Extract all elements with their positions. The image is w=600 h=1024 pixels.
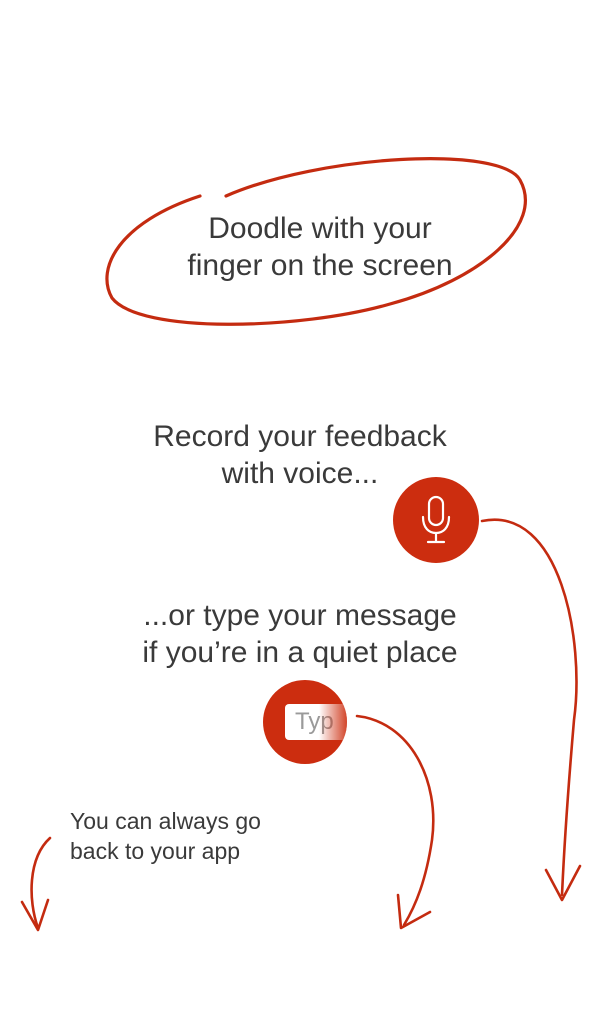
type-arrow-head <box>396 893 432 930</box>
type-arrow-curve <box>355 714 435 927</box>
annotation-layer <box>20 157 582 932</box>
back-tip-line-2: back to your app <box>70 838 241 864</box>
back-arrow-curve <box>30 836 52 930</box>
microphone-icon <box>421 495 451 544</box>
type-tip-line-1: ...or type your message <box>143 599 457 632</box>
type-message-button[interactable]: Typ <box>263 680 347 764</box>
type-tip-line-2: if you’re in a quiet place <box>142 636 458 669</box>
record-voice-button[interactable] <box>393 477 479 563</box>
type-tip: ...or type your message if you’re in a q… <box>100 597 500 671</box>
back-tip-line-1: You can always go <box>70 808 261 834</box>
doodle-tip-line-2: finger on the screen <box>187 249 453 282</box>
mic-arrow-curve <box>480 518 578 897</box>
doodle-tip: Doodle with your finger on the screen <box>150 210 490 284</box>
voice-tip-line-1: Record your feedback <box>153 420 447 453</box>
doodle-tip-line-1: Doodle with your <box>208 212 432 245</box>
type-field-fade <box>319 704 347 740</box>
back-to-app-tip: You can always go back to your app <box>70 806 261 866</box>
